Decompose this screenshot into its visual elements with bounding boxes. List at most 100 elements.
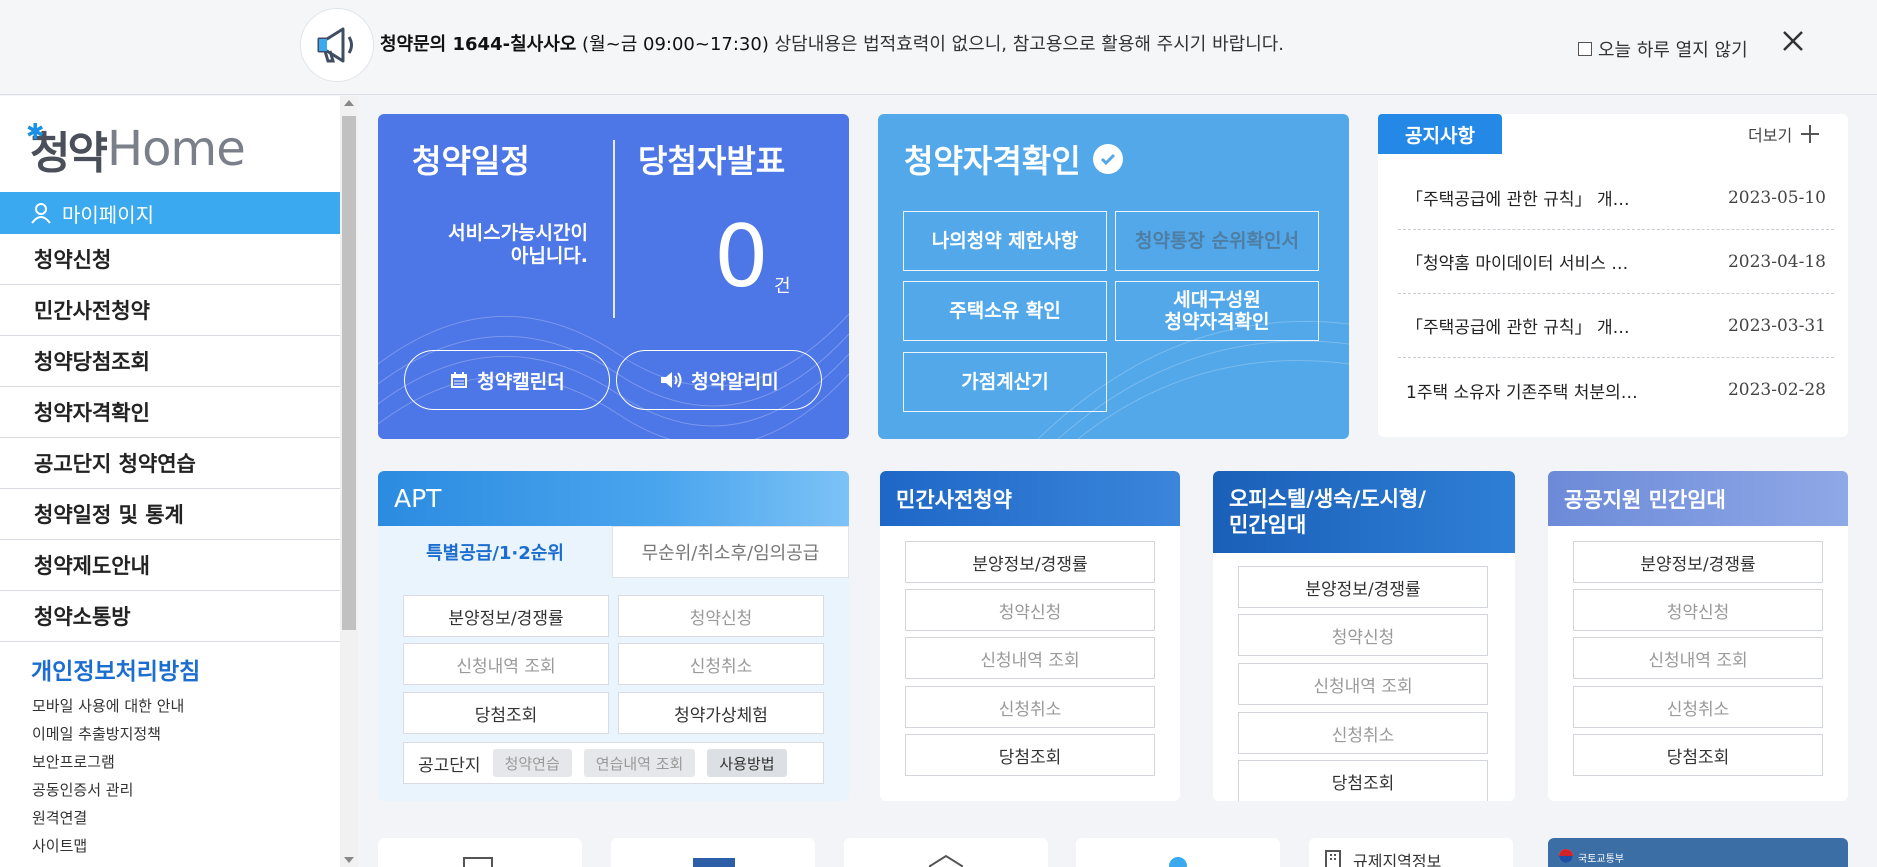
rental-history-button[interactable]: 신청내역 조회 bbox=[1573, 637, 1823, 679]
sidebar-item-schedule-stats[interactable]: 청약일정 및 통계 bbox=[0, 489, 340, 540]
document-icon bbox=[463, 857, 493, 867]
list-item[interactable]: 「주택공급에 관한 규칙」 개… 2023-03-31 bbox=[1398, 294, 1834, 358]
check-circle-icon bbox=[1092, 144, 1123, 174]
mypage-link[interactable]: 마이페이지 bbox=[0, 192, 340, 234]
presale-panel: 민간사전청약 분양정보/경쟁률 청약신청 신청내역 조회 신청취소 당첨조회 bbox=[880, 471, 1180, 801]
ministry-emblem-icon bbox=[1559, 849, 1573, 863]
officetel-win-check-button[interactable]: 당첨조회 bbox=[1238, 760, 1488, 801]
apt-panel: APT 특별공급/1·2순위 무순위/취소후/임의공급 분양정보/경쟁률 청약신… bbox=[378, 471, 849, 801]
no-show-today-option[interactable]: 오늘 하루 열지 않기 bbox=[1578, 36, 1748, 62]
notice-card: 공지사항 더보기 「주택공급에 관한 규칙」 개… 2023-05-10 「청약… bbox=[1378, 114, 1848, 437]
winner-announce-title[interactable]: 당첨자발표 bbox=[638, 136, 785, 182]
officetel-panel: 오피스텔/생숙/도시형/ 민간임대 분양정보/경쟁률 청약신청 신청내역 조회 … bbox=[1213, 471, 1515, 801]
sidebar-item-qualification[interactable]: 청약자격확인 bbox=[0, 387, 340, 438]
household-qualification-button[interactable]: 세대구성원 청약자격확인 bbox=[1115, 281, 1319, 341]
apt-sale-info-button[interactable]: 분양정보/경쟁률 bbox=[403, 595, 609, 637]
scroll-up-icon[interactable] bbox=[344, 100, 354, 106]
message-line-2: 아닙니다. bbox=[510, 245, 588, 267]
presale-win-check-button[interactable]: 당첨조회 bbox=[905, 734, 1155, 776]
quick-link-card[interactable] bbox=[378, 838, 582, 867]
building-icon bbox=[693, 858, 735, 867]
practice-chip[interactable]: 청약연습 bbox=[492, 749, 572, 777]
scroll-down-icon[interactable] bbox=[344, 857, 354, 863]
quick-link-card[interactable] bbox=[611, 838, 815, 867]
household-line-2: 청약자격확인 bbox=[1164, 311, 1270, 333]
how-to-use-chip[interactable]: 사용방법 bbox=[707, 749, 787, 777]
sidebar: ✱ 청약 Home 마이페이지 청약신청 민간사전청약 청약당첨조회 청약자격확… bbox=[0, 96, 340, 867]
apt-win-check-button[interactable]: 당첨조회 bbox=[403, 692, 609, 734]
account-rank-button[interactable]: 청약통장 순위확인서 bbox=[1115, 211, 1319, 271]
sidebar-item-system-guide[interactable]: 청약제도안내 bbox=[0, 540, 340, 591]
sidebar-item-apply[interactable]: 청약신청 bbox=[0, 234, 340, 285]
link-security-program[interactable]: 보안프로그램 bbox=[32, 748, 184, 776]
link-email-policy[interactable]: 이메일 추출방지정책 bbox=[32, 720, 184, 748]
alarm-button[interactable]: 청약알리미 bbox=[616, 350, 822, 410]
close-icon[interactable] bbox=[1778, 26, 1808, 56]
quick-link-card[interactable] bbox=[844, 838, 1048, 867]
officetel-apply-button[interactable]: 청약신청 bbox=[1238, 614, 1488, 656]
calendar-icon bbox=[451, 372, 468, 388]
rental-cancel-button[interactable]: 신청취소 bbox=[1573, 686, 1823, 728]
officetel-cancel-button[interactable]: 신청취소 bbox=[1238, 712, 1488, 754]
logo-english: Home bbox=[106, 121, 246, 177]
officetel-sale-info-button[interactable]: 분양정보/경쟁률 bbox=[1238, 566, 1488, 608]
scrollbar-thumb[interactable] bbox=[342, 116, 356, 630]
notice-title: 「청약홈 마이데이터 서비스 … bbox=[1406, 254, 1629, 274]
more-link[interactable]: 더보기 bbox=[1748, 122, 1820, 146]
apt-history-button[interactable]: 신청내역 조회 bbox=[403, 643, 609, 685]
alarm-button-label: 청약알리미 bbox=[691, 370, 779, 393]
regulated-area-card[interactable]: 규제지역정보 bbox=[1309, 838, 1513, 867]
schedule-title[interactable]: 청약일정 bbox=[412, 136, 530, 182]
presale-cancel-button[interactable]: 신청취소 bbox=[905, 686, 1155, 728]
officetel-title-line-1: 오피스텔/생숙/도시형/ bbox=[1229, 487, 1426, 511]
list-item[interactable]: 「주택공급에 관한 규칙」 개… 2023-05-10 bbox=[1398, 166, 1834, 230]
presale-sale-info-button[interactable]: 분양정보/경쟁률 bbox=[905, 541, 1155, 583]
link-remote[interactable]: 원격연결 bbox=[32, 804, 184, 832]
sidebar-item-practice[interactable]: 공고단지 청약연습 bbox=[0, 438, 340, 489]
sidebar-sublinks: 모바일 사용에 대한 안내 이메일 추출방지정책 보안프로그램 공동인증서 관리… bbox=[32, 692, 184, 860]
tab-special-supply[interactable]: 특별공급/1·2순위 bbox=[378, 526, 612, 578]
rental-sale-info-button[interactable]: 분양정보/경쟁률 bbox=[1573, 541, 1823, 583]
notice-date: 2023-05-10 bbox=[1727, 187, 1826, 208]
tab-unranked-supply[interactable]: 무순위/취소후/임의공급 bbox=[612, 526, 849, 578]
my-restriction-button[interactable]: 나의청약 제한사항 bbox=[903, 211, 1107, 271]
sidebar-item-presale[interactable]: 민간사전청약 bbox=[0, 285, 340, 336]
officetel-panel-header: 오피스텔/생숙/도시형/ 민간임대 bbox=[1213, 471, 1515, 553]
apt-simulation-button[interactable]: 청약가상체험 bbox=[618, 692, 824, 734]
ministry-banner[interactable]: 국토교통부 bbox=[1548, 838, 1848, 867]
sidebar-item-communication[interactable]: 청약소통방 bbox=[0, 591, 340, 642]
notice-tab[interactable]: 공지사항 bbox=[1378, 114, 1502, 154]
apt-apply-button[interactable]: 청약신청 bbox=[618, 595, 824, 637]
presale-history-button[interactable]: 신청내역 조회 bbox=[905, 637, 1155, 679]
quick-link-card[interactable] bbox=[1076, 838, 1280, 867]
link-certificate[interactable]: 공동인증서 관리 bbox=[32, 776, 184, 804]
plus-icon bbox=[1801, 125, 1820, 143]
list-item[interactable]: 「청약홈 마이데이터 서비스 … 2023-04-18 bbox=[1398, 230, 1834, 294]
logo-star-icon: ✱ bbox=[26, 120, 45, 145]
link-mobile-guide[interactable]: 모바일 사용에 대한 안내 bbox=[32, 692, 184, 720]
score-calculator-button[interactable]: 가점계산기 bbox=[903, 352, 1107, 412]
speaker-icon bbox=[661, 372, 682, 388]
link-sitemap[interactable]: 사이트맵 bbox=[32, 832, 184, 860]
rental-win-check-button[interactable]: 당첨조회 bbox=[1573, 734, 1823, 776]
sidebar-scrollbar[interactable] bbox=[340, 96, 358, 867]
calendar-button[interactable]: 청약캘린더 bbox=[404, 350, 610, 410]
presale-apply-button[interactable]: 청약신청 bbox=[905, 589, 1155, 631]
officetel-history-button[interactable]: 신청내역 조회 bbox=[1238, 663, 1488, 705]
site-logo[interactable]: ✱ 청약 Home bbox=[26, 120, 246, 179]
house-ownership-button[interactable]: 주택소유 확인 bbox=[903, 281, 1107, 341]
privacy-policy-link[interactable]: 개인정보처리방침 bbox=[31, 652, 200, 686]
rental-apply-button[interactable]: 청약신청 bbox=[1573, 589, 1823, 631]
public-rental-panel: 공공지원 민간임대 분양정보/경쟁률 청약신청 신청내역 조회 신청취소 당첨조… bbox=[1548, 471, 1848, 801]
practice-history-chip[interactable]: 연습내역 조회 bbox=[583, 749, 696, 777]
list-item[interactable]: 1주택 소유자 기존주택 처분의… 2023-02-28 bbox=[1398, 358, 1834, 422]
apt-panel-header: APT bbox=[378, 471, 849, 526]
no-show-checkbox[interactable] bbox=[1578, 42, 1592, 56]
notice-date: 2023-02-28 bbox=[1727, 380, 1826, 400]
apt-cancel-button[interactable]: 신청취소 bbox=[618, 643, 824, 685]
service-unavailable-message: 서비스가능시간이 아닙니다. bbox=[418, 222, 588, 268]
notice-title: 「주택공급에 관한 규칙」 개… bbox=[1406, 190, 1630, 210]
sidebar-item-win-check[interactable]: 청약당첨조회 bbox=[0, 336, 340, 387]
user-icon bbox=[31, 203, 51, 224]
mypage-label: 마이페이지 bbox=[62, 202, 154, 227]
